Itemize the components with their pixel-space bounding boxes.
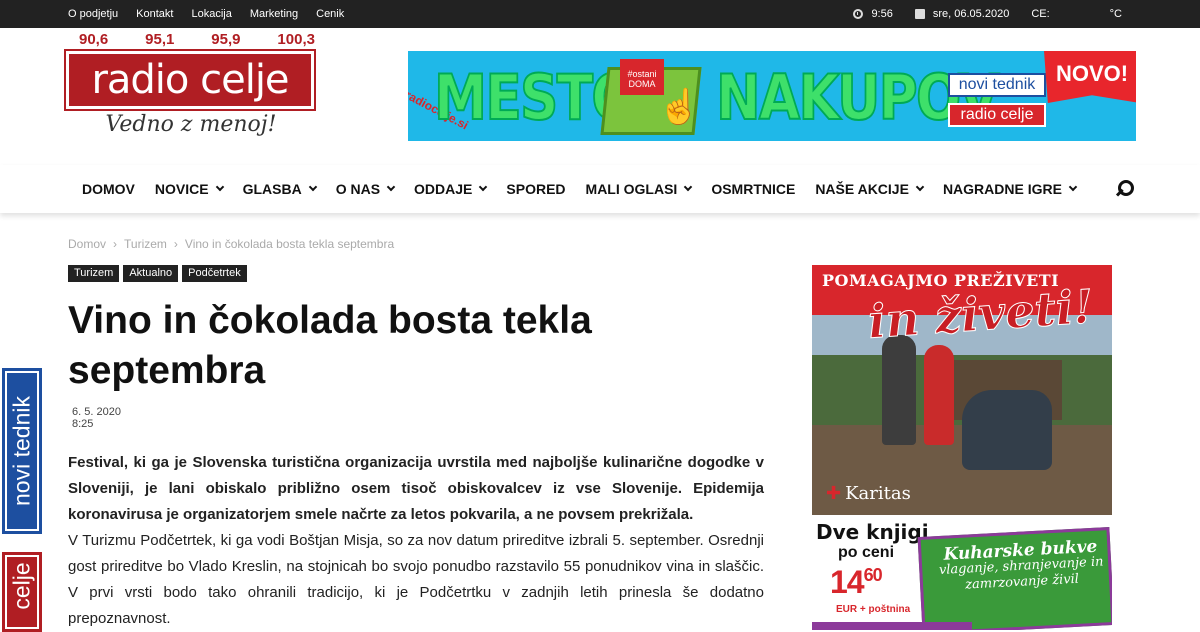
frequency: 95,9 [211,31,241,48]
nav-label: NOVICE [154,181,209,197]
top-menu-cenik[interactable]: Cenik [316,8,344,20]
logo-name: radio celje [91,57,289,103]
top-menu-kontakt[interactable]: Kontakt [136,8,173,20]
chevron-down-icon [215,182,224,192]
chevron-down-icon [386,182,396,192]
ad-photo-person [924,345,954,445]
nav-item-novice[interactable]: NOVICE [145,165,233,213]
books-ad-price: 1460 [830,564,883,601]
frequency: 90,6 [79,31,109,48]
chevron-down-icon [308,182,317,192]
nav-label: SPORED [506,181,566,197]
breadcrumb-separator: › [113,237,118,251]
ad-photo-person [882,335,916,445]
article-lead: Festival, ki ga je Slovenska turistična … [68,454,764,523]
chevron-down-icon [479,182,488,192]
ad-photo-person [962,390,1052,470]
nav-label: ODDAJE [414,181,473,197]
nav-item-osmrtnice[interactable]: OSMRTNICE [701,165,805,213]
header-banner-ad[interactable]: radiocelje.si MESTO #ostani DOMA ☝ NAKUP… [408,51,1136,141]
weather-unit: °C [1109,8,1122,20]
nav-label: OSMRTNICE [711,181,796,197]
top-menu-lokacija[interactable]: Lokacija [191,8,231,20]
article-body: Festival, ki ga je Slovenska turistična … [68,450,764,632]
banner-logo-radio-celje: radio celje [948,103,1046,127]
breadcrumb-home[interactable]: Domov [68,237,106,251]
books-ad-price-note: EUR + poštnina [836,604,911,615]
frequency: 100,3 [277,31,315,48]
price-cents: 60 [863,565,883,585]
nav-item-o-nas[interactable]: O NAS [326,165,404,213]
karitas-ad[interactable]: POMAGAJMO PREŽIVETI in živeti! Karitas [812,265,1112,515]
banner-badge: NOVO! [1044,51,1136,103]
site-logo[interactable]: 90,6 95,1 95,9 100,3 radio celje Vedno z… [64,31,316,149]
weather-city: CE: [1031,8,1050,20]
nav-item-glasba[interactable]: GLASBA [233,165,326,213]
side-tab-label: celje [8,562,35,610]
top-info: 9:56 sre, 06.05.2020 CE: °C [831,0,1122,28]
nav-label: MALI OGLASI [585,181,678,197]
breadcrumb-separator: › [173,237,178,251]
article-title: Vino in čokolada bosta tekla septembra [68,299,592,392]
search-icon[interactable] [1116,180,1134,198]
top-menu: O podjetju Kontakt Lokacija Marketing Ce… [68,0,362,28]
time-display: 9:56 [853,8,893,20]
nav-item-nase-akcije[interactable]: NAŠE AKCIJE [805,165,933,213]
frequency: 95,1 [145,31,175,48]
books-ad-line2: po ceni [838,544,895,561]
books-ad[interactable]: Dve knjigi po ceni 1460 EUR + poštnina K… [812,520,1112,630]
category-tag[interactable]: Aktualno [123,265,179,282]
book-cover-strip [812,622,972,630]
current-time: 9:56 [871,8,893,20]
top-bar: O podjetju Kontakt Lokacija Marketing Ce… [0,0,1200,28]
nav-item-spored[interactable]: SPORED [496,165,575,213]
breadcrumb-current: Vino in čokolada bosta tekla septembra [184,237,395,251]
nav-label: GLASBA [242,181,302,197]
karitas-logo: Karitas [826,483,911,504]
side-tab-celje[interactable]: celje [2,552,42,632]
article-paragraph: V Turizmu Podčetrtek, ki ga vodi Boštjan… [68,532,764,627]
book-cover-text: Kuharske bukve vlaganje, shranjevanje in … [935,537,1107,595]
top-menu-o-podjetju[interactable]: O podjetju [68,8,118,20]
nav-item-domov[interactable]: DOMOV [72,165,145,213]
cursor-hand-icon: ☝ [658,88,701,126]
category-tag[interactable]: Podčetrtek [182,265,247,282]
nav-item-mali-oglasi[interactable]: MALI OGLASI [576,165,702,213]
weather-display: CE: °C [1031,8,1122,20]
clock-icon [853,9,864,19]
nav-label: NAŠE AKCIJE [815,181,909,197]
price-main: 14 [830,564,865,600]
calendar-icon [914,9,925,19]
nav-label: NAGRADNE IGRE [942,181,1062,197]
frequency-list: 90,6 95,1 95,9 100,3 [79,31,315,48]
side-tab-label: novi tednik [8,396,35,506]
category-tags: Turizem Aktualno Podčetrtek [68,265,251,282]
category-tag[interactable]: Turizem [68,265,120,282]
article-meta: 6. 5. 2020 8:25 [72,406,121,430]
chevron-down-icon [915,182,925,192]
chevron-down-icon [684,182,693,192]
article-time: 8:25 [72,418,94,430]
logo-wordmark: radio celje [64,49,316,111]
breadcrumb-category[interactable]: Turizem [124,237,167,251]
top-menu-marketing[interactable]: Marketing [250,8,298,20]
chevron-down-icon [1068,182,1078,192]
nav-item-oddaje[interactable]: ODDAJE [404,165,496,213]
books-ad-line1: Dve knjigi [816,520,929,544]
current-date: sre, 06.05.2020 [932,8,1010,20]
nav-item-nagradne-igre[interactable]: NAGRADNE IGRE [933,165,1086,213]
logo-slogan: Vedno z menoj! [105,112,277,137]
nav-label: O NAS [335,181,381,197]
banner-logo-novi-tednik: novi tednik [948,73,1046,97]
breadcrumb: Domov › Turizem › Vino in čokolada bosta… [68,237,394,251]
side-tab-novi-tednik[interactable]: novi tednik [2,368,42,534]
date-display: sre, 06.05.2020 [914,8,1010,20]
main-navigation: DOMOV NOVICE GLASBA O NAS ODDAJE SPORED … [0,165,1200,213]
article-date: 6. 5. 2020 [72,406,121,418]
nav-label: DOMOV [82,181,135,197]
book-cover: Kuharske bukve vlaganje, shranjevanje in … [917,527,1112,630]
